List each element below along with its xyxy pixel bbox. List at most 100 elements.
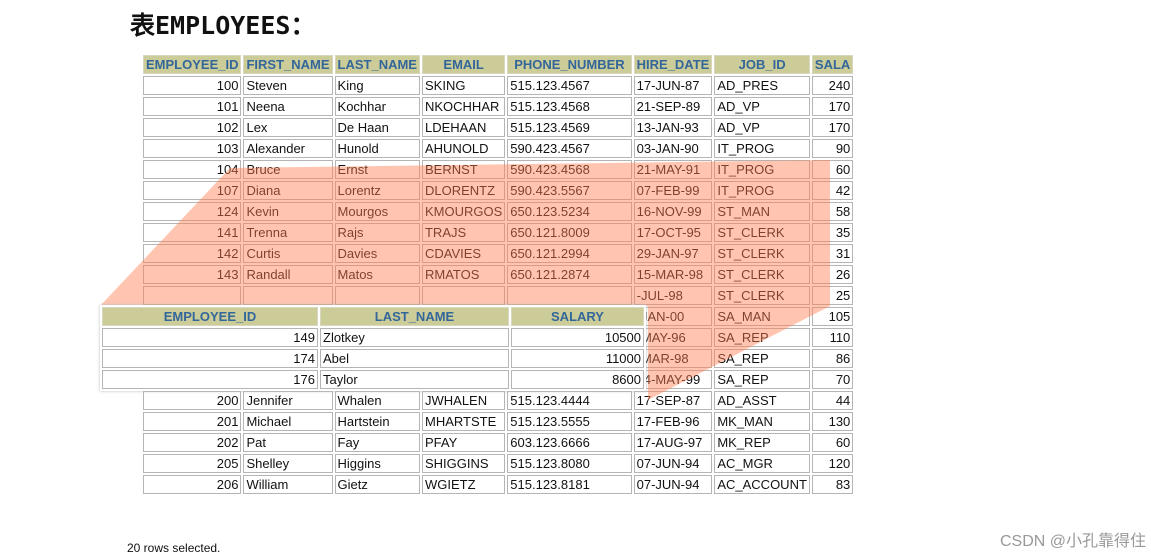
table-cell: 515.123.4569	[507, 118, 632, 137]
table-row: 200 Jennifer Whalen JWHALEN 515.123.4444 17-S…	[143, 391, 854, 410]
table-cell: 200	[143, 391, 242, 410]
table-cell: 90	[811, 139, 854, 158]
table-cell: 202	[143, 433, 242, 452]
table-cell: De Haan	[334, 118, 420, 137]
table-cell: Kevin	[243, 202, 333, 221]
table-cell: ST_CLERK	[714, 265, 810, 284]
watermark: CSDN @小孔靠得住	[1000, 533, 1147, 550]
table-cell: 17-SEP-87	[633, 391, 713, 410]
table-cell: Lorentz	[334, 181, 420, 200]
table-row: 202 Pat Fay PFAY 603.123.6666 17-AUG-97 MK_REP…	[143, 433, 854, 452]
table-cell: 170	[811, 118, 854, 137]
table-cell: 29-JAN-97	[633, 244, 713, 263]
table-cell: 590.423.5567	[507, 181, 632, 200]
table-cell: 590.423.4568	[507, 160, 632, 179]
column-header: LAST_NAME	[334, 55, 420, 74]
table-cell: Shelley	[243, 454, 333, 473]
table-cell: Hartstein	[334, 412, 420, 431]
table-cell: BERNST	[421, 160, 506, 179]
table-row: 124 Kevin Mourgos KMOURGOS 650.123.5234 16-NO…	[143, 202, 854, 221]
table-row: 201 Michael Hartstein MHARTSTE 515.123.5555 1…	[143, 412, 854, 431]
table-cell: Taylor	[320, 370, 509, 389]
table-cell: 142	[143, 244, 242, 263]
table-cell: Michael	[243, 412, 333, 431]
table-cell: Kochhar	[334, 97, 420, 116]
table-row: 142 Curtis Davies CDAVIES 650.121.2994 29-JAN…	[143, 244, 854, 263]
table-cell: Davies	[334, 244, 420, 263]
table-cell: SHIGGINS	[421, 454, 506, 473]
table-cell: 15-MAR-98	[633, 265, 713, 284]
table-cell: 110	[811, 328, 854, 347]
table-cell: KMOURGOS	[421, 202, 506, 221]
page-title: 表EMPLOYEES：	[130, 11, 316, 40]
table-cell	[243, 286, 333, 305]
table-cell: AHUNOLD	[421, 139, 506, 158]
table-cell: Zlotkey	[320, 328, 509, 347]
table-cell: 515.123.5555	[507, 412, 632, 431]
table-cell: AD_PRES	[714, 76, 810, 95]
column-header: JOB_ID	[714, 55, 810, 74]
table-row: 103 Alexander Hunold AHUNOLD 590.423.4567 03-…	[143, 139, 854, 158]
table-row: 141 Trenna Rajs TRAJS 650.121.8009 17-OCT-95 S…	[143, 223, 854, 242]
table-row: 205 Shelley Higgins SHIGGINS 515.123.8080 07-…	[143, 454, 854, 473]
table-cell: 44	[811, 391, 854, 410]
table-row: 149 Zlotkey 10500	[102, 328, 644, 347]
table-cell: 31	[811, 244, 854, 263]
table-cell: Fay	[334, 433, 420, 452]
column-header: EMPLOYEE_ID	[143, 55, 242, 74]
table-cell: RMATOS	[421, 265, 506, 284]
table-row: 174 Abel 11000	[102, 349, 644, 368]
table-cell: 42	[811, 181, 854, 200]
table-cell: SA_REP	[714, 370, 810, 389]
table-cell: 515.123.8181	[507, 475, 632, 494]
table-cell: Jennifer	[243, 391, 333, 410]
table-cell: Matos	[334, 265, 420, 284]
table-cell: SA_MAN	[714, 307, 810, 326]
table-cell: 10500	[511, 328, 644, 347]
table-cell: Diana	[243, 181, 333, 200]
table-cell: MK_REP	[714, 433, 810, 452]
table-cell: TRAJS	[421, 223, 506, 242]
table-cell	[334, 286, 420, 305]
table-cell: 07-JUN-94	[633, 475, 713, 494]
table-cell: 16-NOV-99	[633, 202, 713, 221]
table-cell: Curtis	[243, 244, 333, 263]
table-cell: LDEHAAN	[421, 118, 506, 137]
table-cell: 515.123.4567	[507, 76, 632, 95]
table-cell: 103	[143, 139, 242, 158]
table-cell: 124	[143, 202, 242, 221]
table-cell: 17-FEB-96	[633, 412, 713, 431]
column-header: EMAIL	[421, 55, 506, 74]
table-cell: Rajs	[334, 223, 420, 242]
table-row: 101 Neena Kochhar NKOCHHAR 515.123.4568 21-SE…	[143, 97, 854, 116]
table-cell: 143	[143, 265, 242, 284]
table-cell: 130	[811, 412, 854, 431]
table-cell: 141	[143, 223, 242, 242]
table-row: 104 Bruce Ernst BERNST 590.423.4568 21-MAY-91…	[143, 160, 854, 179]
table-cell: Alexander	[243, 139, 333, 158]
table-cell: JWHALEN	[421, 391, 506, 410]
column-header: SALARY	[511, 307, 644, 326]
table-row: 206 William Gietz WGIETZ 515.123.8181 07-JUN-…	[143, 475, 854, 494]
table-row: -JUL-98 ST_CLERK 25	[143, 286, 854, 305]
table-cell: AD_VP	[714, 118, 810, 137]
result-table: EMPLOYEE_ID LAST_NAME SALARY 149 Zlotkey 1050…	[100, 305, 646, 391]
table-cell: 21-MAY-91	[633, 160, 713, 179]
table-cell	[143, 286, 242, 305]
table-cell: 650.121.2994	[507, 244, 632, 263]
table-cell: IT_PROG	[714, 139, 810, 158]
table-cell: Abel	[320, 349, 509, 368]
table-cell: 201	[143, 412, 242, 431]
table-cell: 240	[811, 76, 854, 95]
table-cell: 8600	[511, 370, 644, 389]
table-cell: 206	[143, 475, 242, 494]
table-cell: ST_CLERK	[714, 244, 810, 263]
table-cell: AD_VP	[714, 97, 810, 116]
table-cell: Higgins	[334, 454, 420, 473]
table-cell: William	[243, 475, 333, 494]
table-cell: PFAY	[421, 433, 506, 452]
table-cell: 101	[143, 97, 242, 116]
table-cell: WGIETZ	[421, 475, 506, 494]
table-cell: Randall	[243, 265, 333, 284]
table-cell: 590.423.4567	[507, 139, 632, 158]
